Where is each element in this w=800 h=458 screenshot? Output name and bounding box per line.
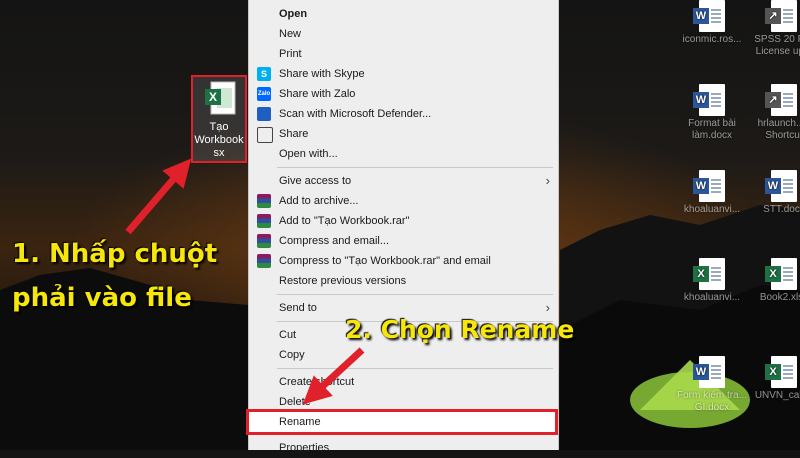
menu-item-compress-rar-email[interactable]: Compress to "Tạo Workbook.rar" and email (249, 251, 558, 271)
desktop-icon-label: hrlaunch... - Shortcut (757, 118, 800, 141)
selected-file-label: Tạo Workbook sx (194, 121, 244, 159)
desktop-icon-label: iconmic.ros... (682, 34, 742, 45)
winrar-icon (257, 214, 271, 228)
word-file-icon: W (693, 0, 725, 32)
menu-item-label: Add to "Tạo Workbook.rar" (279, 215, 410, 227)
menu-item-label: Print (279, 48, 302, 60)
menu-item-label: Create shortcut (279, 376, 355, 388)
menu-item-give-access[interactable]: Give access to › (249, 171, 558, 191)
menu-item-label: New (279, 28, 302, 40)
word-file-icon: W (693, 170, 725, 202)
winrar-icon (257, 254, 271, 268)
word-file-icon: W (765, 170, 797, 202)
menu-item-label: Scan with Microsoft Defender... (279, 108, 432, 120)
menu-item-label: Share with Zalo (279, 88, 356, 100)
menu-separator (277, 368, 553, 369)
menu-item-label: Cut (279, 329, 297, 341)
menu-item-label: Share (279, 128, 309, 140)
menu-item-label: Copy (279, 349, 305, 361)
desktop-icon-label: STT.docx (763, 204, 800, 215)
step2-callout: 2. Chọn Rename (345, 315, 575, 344)
menu-item-print[interactable]: Print (249, 44, 558, 64)
rename-highlight-box (246, 409, 558, 435)
excel-file-icon: X (693, 258, 725, 290)
desktop-icon-label: khoaluanvi... (683, 292, 741, 303)
desktop-icon-label: Form kiểm tra... GI.docx (676, 390, 747, 413)
desktop-icon-label: khoaluanvi... (683, 204, 741, 215)
menu-item-label: Compress and email... (279, 235, 390, 247)
menu-item-scan-defender[interactable]: Scan with Microsoft Defender... (249, 104, 558, 124)
chevron-right-icon: › (545, 173, 550, 188)
menu-item-compress-email[interactable]: Compress and email... (249, 231, 558, 251)
menu-item-copy[interactable]: Copy (249, 345, 558, 365)
menu-item-share-skype[interactable]: S Share with Skype (249, 64, 558, 84)
desktop-icon[interactable]: W STT.docx (748, 170, 800, 216)
menu-item-share-zalo[interactable]: Zalo Share with Zalo (249, 84, 558, 104)
desktop-icon[interactable]: Wiconmic.ros... (676, 0, 748, 46)
desktop-icon[interactable]: ↗hrlaunch... - Shortcut (748, 84, 800, 142)
shortcut-icon: ↗ (765, 84, 797, 116)
desktop-icon[interactable]: ↗SPSS 20 Full License up... (748, 0, 800, 58)
menu-item-label: Open (279, 8, 308, 20)
desktop-icon-label: Book2.xlsx (759, 292, 800, 303)
word-file-icon: W (693, 84, 725, 116)
skype-icon: S (257, 67, 271, 81)
desktop-icon[interactable]: X UNVN_cab... (748, 356, 800, 402)
desktop-icon-label: Format bài làm.docx (688, 118, 736, 141)
menu-item-properties[interactable]: Properties (249, 438, 558, 458)
menu-item-label: Delete (279, 396, 311, 408)
desktop-icon[interactable]: Wkhoaluanvi... (676, 170, 748, 216)
menu-item-open-with[interactable]: Open with... (249, 144, 558, 164)
desktop-icon-label: UNVN_cab... (754, 390, 800, 401)
menu-item-label: Send to (279, 302, 317, 314)
menu-item-label: Restore previous versions (279, 275, 407, 287)
menu-item-label: Give access to (279, 175, 352, 187)
defender-icon (257, 107, 271, 121)
step1-line1: 1. Nhấp chuột (12, 239, 218, 269)
menu-item-label: Share with Skype (279, 68, 365, 80)
desktop-icon[interactable]: W Form kiểm tra... GI.docx (676, 356, 748, 414)
context-menu: Open New Print S Share with Skype Zalo Sha… (248, 0, 559, 454)
desktop-icon[interactable]: Xkhoaluanvi... (676, 258, 748, 304)
step1-line2: phải vào file (12, 283, 192, 313)
menu-item-add-archive[interactable]: Add to archive... (249, 191, 558, 211)
desktop-icon[interactable]: X Book2.xlsx (748, 258, 800, 304)
desktop-icon[interactable]: W Format bài làm.docx (676, 84, 748, 142)
excel-file-icon[interactable]: X (203, 80, 237, 118)
winrar-icon (257, 194, 271, 208)
menu-item-restore-versions[interactable]: Restore previous versions (249, 271, 558, 291)
winrar-icon (257, 234, 271, 248)
menu-item-label: Open with... (279, 148, 338, 160)
desktop-icon-label: SPSS 20 Full License up... (754, 34, 800, 57)
menu-item-label: Add to archive... (279, 195, 359, 207)
menu-separator (277, 294, 553, 295)
share-icon (257, 127, 273, 143)
step1-callout: 1. Nhấp chuột phải vào file (12, 232, 217, 320)
word-file-icon: W (693, 356, 725, 388)
menu-item-add-rar[interactable]: Add to "Tạo Workbook.rar" (249, 211, 558, 231)
menu-item-new[interactable]: New (249, 24, 558, 44)
zalo-icon: Zalo (257, 87, 271, 101)
menu-item-create-shortcut[interactable]: Create shortcut (249, 372, 558, 392)
excel-file-icon: X (765, 258, 797, 290)
excel-file-icon: X (765, 356, 797, 388)
svg-text:X: X (209, 90, 217, 104)
menu-separator (277, 167, 553, 168)
menu-item-share[interactable]: Share (249, 124, 558, 144)
menu-item-label: Compress to "Tạo Workbook.rar" and email (279, 255, 491, 267)
menu-item-label: Properties (279, 442, 330, 454)
menu-item-open[interactable]: Open (249, 4, 558, 24)
shortcut-icon: ↗ (765, 0, 797, 32)
